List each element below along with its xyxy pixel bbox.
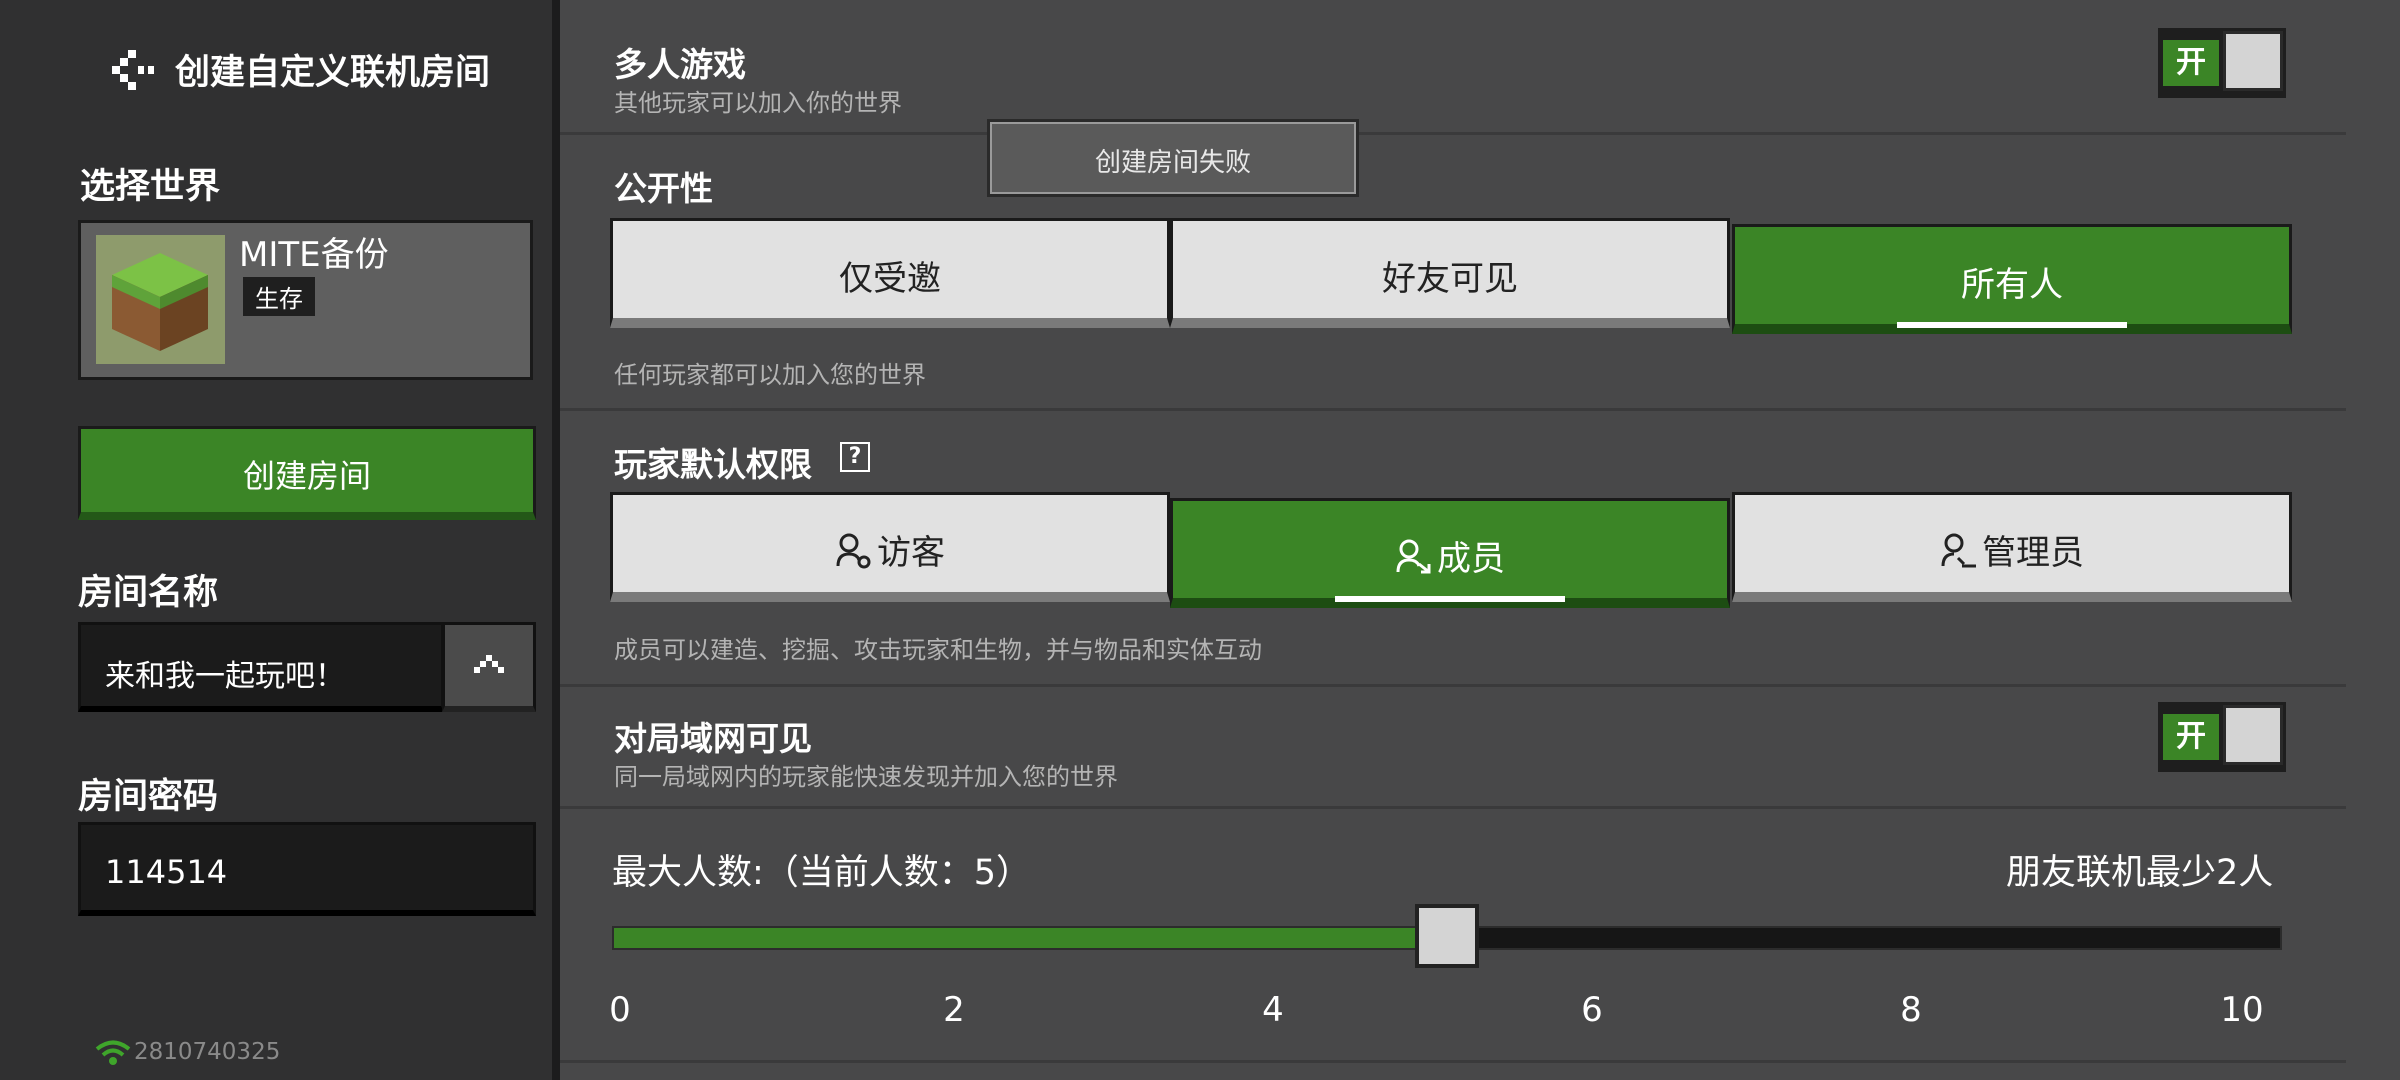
help-icon[interactable]: ? [840, 442, 870, 472]
divider [560, 408, 2346, 411]
sidebar-divider [552, 0, 560, 1080]
option-label: 仅受邀 [839, 259, 941, 299]
option-label: 成员 [1437, 539, 1505, 579]
create-room-button[interactable]: 创建房间 [78, 426, 536, 520]
permissions-title: 玩家默认权限 [614, 445, 812, 484]
slider-tick-label: 2 [943, 990, 965, 1030]
option-label: 好友可见 [1382, 259, 1518, 299]
divider [560, 1060, 2346, 1063]
divider [560, 806, 2346, 809]
divider [560, 684, 2346, 687]
world-name: MITE备份 [239, 235, 389, 275]
multiplayer-title: 多人游戏 [614, 45, 746, 84]
lan-desc: 同一局域网内的玩家能快速发现并加入您的世界 [614, 763, 1118, 791]
back-arrow-icon[interactable] [100, 50, 156, 90]
visitor-icon [836, 533, 871, 569]
create-room-label: 创建房间 [242, 457, 371, 495]
divider [560, 132, 2346, 135]
toast-text: 创建房间失败 [1094, 148, 1251, 178]
device-id: 2810740325 [134, 1039, 281, 1065]
slider-tick-label: 6 [1581, 990, 1603, 1030]
visibility-option-friends[interactable]: 好友可见 [1170, 218, 1730, 328]
permission-option-visitor[interactable]: 访客 [610, 492, 1170, 602]
operator-icon [1941, 533, 1976, 568]
slider-tick-label: 10 [2220, 990, 2264, 1030]
member-icon [1396, 539, 1431, 574]
multiplayer-desc: 其他玩家可以加入你的世界 [614, 89, 902, 117]
expand-icon [474, 655, 504, 673]
lan-title: 对局域网可见 [614, 719, 812, 758]
option-label: 管理员 [1982, 533, 2084, 573]
room-password-label: 房间密码 [78, 777, 219, 817]
option-label: 访客 [877, 533, 945, 573]
lan-toggle[interactable]: 开 [2158, 702, 2286, 772]
slider-tick-label: 4 [1262, 990, 1284, 1030]
max-players-slider-fill [614, 928, 1447, 948]
visibility-option-everyone[interactable]: 所有人 [1732, 224, 2292, 334]
selected-indicator [1335, 596, 1565, 602]
room-name-label: 房间名称 [78, 573, 219, 613]
visibility-option-invite-only[interactable]: 仅受邀 [610, 218, 1170, 328]
slider-tick-label: 8 [1900, 990, 1922, 1030]
multiplayer-toggle[interactable]: 开 [2158, 28, 2286, 98]
toggle-knob [2223, 31, 2283, 91]
max-players-note: 朋友联机最少2人 [2006, 853, 2274, 893]
wifi-icon [95, 1040, 131, 1065]
room-name-expand-button[interactable] [442, 622, 536, 712]
max-players-slider-handle[interactable] [1415, 904, 1479, 968]
world-grass-block-icon [96, 235, 225, 364]
page-title: 创建自定义联机房间 [175, 53, 491, 93]
selected-indicator [1897, 322, 2127, 328]
world-card[interactable]: MITE备份 生存 [78, 220, 533, 380]
toggle-on-label: 开 [2163, 714, 2219, 760]
world-mode-badge: 生存 [243, 277, 315, 316]
visibility-title: 公开性 [614, 169, 713, 208]
select-world-label: 选择世界 [80, 167, 221, 207]
room-password-input[interactable]: 114514 [78, 822, 536, 916]
toggle-knob [2223, 705, 2283, 765]
error-toast: 创建房间失败 [990, 122, 1356, 194]
permission-option-member[interactable]: 成员 [1170, 498, 1730, 608]
slider-tick-label: 0 [609, 990, 631, 1030]
toggle-on-label: 开 [2163, 40, 2219, 86]
permission-option-operator[interactable]: 管理员 [1732, 492, 2292, 602]
room-name-input[interactable]: 来和我一起玩吧！ [78, 622, 444, 712]
permissions-desc: 成员可以建造、挖掘、攻击玩家和生物，并与物品和实体互动 [614, 636, 1262, 664]
max-players-label: 最大人数:（当前人数：5） [612, 853, 1032, 893]
visibility-desc: 任何玩家都可以加入您的世界 [614, 361, 926, 389]
option-label: 所有人 [1961, 265, 2063, 305]
